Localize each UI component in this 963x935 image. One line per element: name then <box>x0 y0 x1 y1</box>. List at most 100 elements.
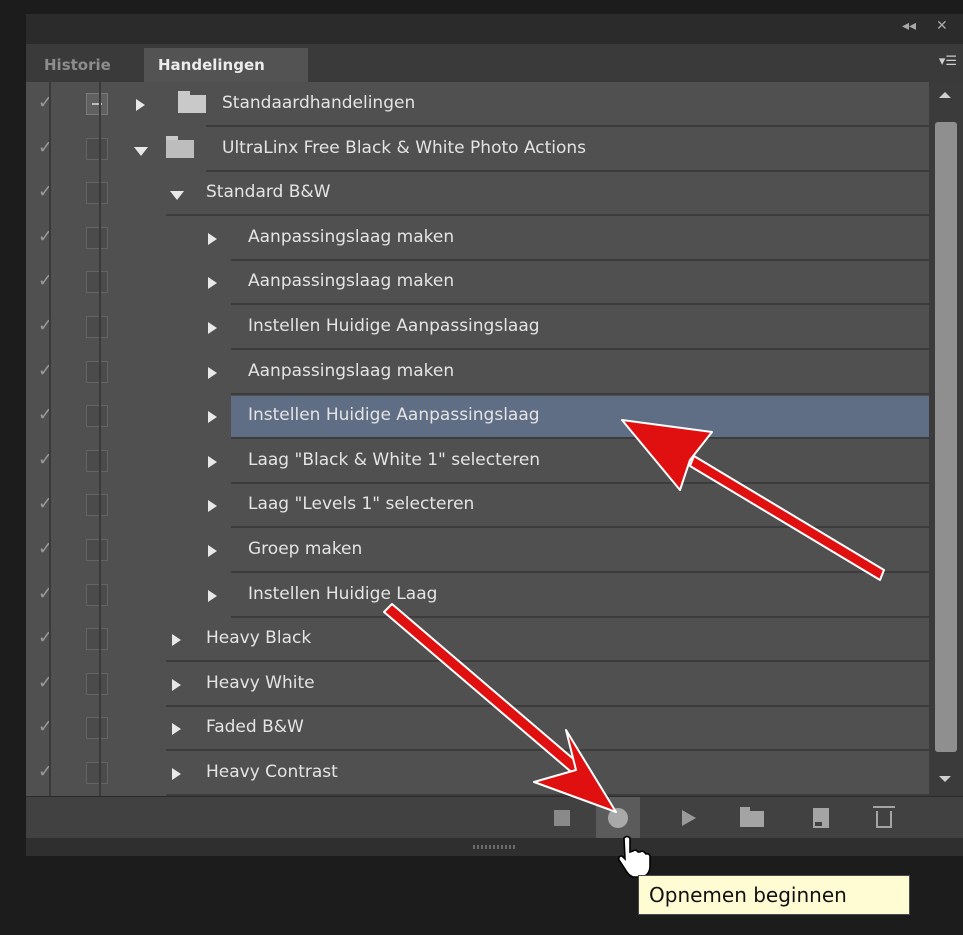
checkmark-icon[interactable]: ✓ <box>38 404 58 426</box>
checkmark-icon[interactable]: ✓ <box>38 672 58 694</box>
checkmark-icon[interactable]: ✓ <box>38 538 58 560</box>
dialog-toggle-icon[interactable] <box>86 762 108 784</box>
column-divider <box>49 82 51 796</box>
panel-resize-handle[interactable] <box>26 838 963 856</box>
checkmark-icon[interactable]: ✓ <box>38 92 58 114</box>
scrollbar-thumb[interactable] <box>935 122 957 752</box>
new-action-button[interactable] <box>800 797 844 839</box>
scroll-down-icon[interactable] <box>939 776 951 782</box>
action-row[interactable]: ✓ Groep maken <box>26 528 929 573</box>
panel-menu-icon[interactable]: ▾☰ <box>939 54 957 69</box>
dialog-toggle-icon[interactable] <box>86 673 108 695</box>
action-row[interactable]: ✓ Instellen Huidige Laag <box>26 573 929 618</box>
action-row[interactable]: ✓ Standard B&W <box>26 171 929 216</box>
dialog-toggle-icon[interactable] <box>86 405 108 427</box>
stop-icon <box>554 810 570 826</box>
dialog-toggle-icon[interactable] <box>86 494 108 516</box>
checkmark-icon[interactable]: ✓ <box>38 226 58 248</box>
action-row[interactable]: ✓ Laag "Black & White 1" selecteren <box>26 439 929 484</box>
triangle-right-icon[interactable] <box>208 590 217 602</box>
action-row[interactable]: ✓ Instellen Huidige Aanpassingslaag <box>26 305 929 350</box>
action-label: Instellen Huidige Aanpassingslaag <box>248 316 540 336</box>
checkmark-icon[interactable]: ✓ <box>38 449 58 471</box>
action-row[interactable]: ✓ Aanpassingslaag maken <box>26 350 929 395</box>
checkmark-icon[interactable]: ✓ <box>38 270 58 292</box>
double-chevron-left-icon[interactable]: ◂◂ <box>902 18 916 34</box>
action-row[interactable]: ✓ Heavy Contrast <box>26 751 929 796</box>
triangle-right-icon[interactable] <box>172 679 181 691</box>
triangle-right-icon[interactable] <box>208 456 217 468</box>
action-row-selected[interactable]: ✓ Instellen Huidige Aanpassingslaag <box>26 394 929 439</box>
folder-icon <box>740 807 764 827</box>
triangle-right-icon[interactable] <box>208 500 217 512</box>
triangle-right-icon[interactable] <box>208 545 217 557</box>
action-label: Instellen Huidige Laag <box>248 584 438 604</box>
action-label: Heavy White <box>206 673 315 693</box>
action-row[interactable]: ✓ Heavy Black <box>26 617 929 662</box>
triangle-right-icon[interactable] <box>172 768 181 780</box>
action-label: Standard B&W <box>206 182 331 202</box>
dialog-toggle-icon[interactable] <box>86 450 108 472</box>
triangle-right-icon[interactable] <box>208 277 217 289</box>
triangle-right-icon[interactable] <box>172 634 181 646</box>
folder-icon <box>178 91 206 113</box>
checkmark-icon[interactable]: ✓ <box>38 137 58 159</box>
scroll-up-icon[interactable] <box>939 92 951 98</box>
action-row[interactable]: ✓ Faded B&W <box>26 706 929 751</box>
action-row[interactable]: ✓ Heavy White <box>26 662 929 707</box>
delete-button[interactable] <box>862 797 906 839</box>
triangle-right-icon[interactable] <box>172 723 181 735</box>
checkmark-icon[interactable]: ✓ <box>38 360 58 382</box>
action-row[interactable]: ✓ Aanpassingslaag maken <box>26 216 929 261</box>
action-row[interactable]: ✓ Aanpassingslaag maken <box>26 260 929 305</box>
action-label: Aanpassingslaag maken <box>248 361 455 381</box>
triangle-right-icon[interactable] <box>208 233 217 245</box>
tab-handelingen[interactable]: Handelingen <box>144 48 308 82</box>
dialog-toggle-icon[interactable] <box>86 93 108 115</box>
checkmark-icon[interactable]: ✓ <box>38 627 58 649</box>
tooltip: Opnemen beginnen <box>638 875 910 915</box>
dialog-toggle-icon[interactable] <box>86 138 108 160</box>
triangle-right-icon[interactable] <box>208 322 217 334</box>
actions-list: ✓ Standaardhandelingen ✓ UltraLinx Free Bla… <box>26 82 929 796</box>
checkmark-icon[interactable]: ✓ <box>38 761 58 783</box>
dialog-toggle-icon[interactable] <box>86 182 108 204</box>
action-row[interactable]: ✓ UltraLinx Free Black & White Photo Acti… <box>26 127 929 172</box>
checkmark-icon[interactable]: ✓ <box>38 315 58 337</box>
play-icon <box>682 810 696 826</box>
stop-button[interactable] <box>540 797 584 839</box>
dialog-toggle-icon[interactable] <box>86 628 108 650</box>
action-row[interactable]: ✓ Laag "Levels 1" selecteren <box>26 483 929 528</box>
new-item-icon <box>813 808 829 828</box>
actions-toolbar <box>26 796 963 839</box>
close-icon[interactable]: ✕ <box>936 18 948 34</box>
dialog-toggle-icon[interactable] <box>86 539 108 561</box>
action-row[interactable]: ✓ Standaardhandelingen <box>26 82 929 127</box>
triangle-right-icon[interactable] <box>208 367 217 379</box>
triangle-right-icon[interactable] <box>208 411 217 423</box>
action-label: Aanpassingslaag maken <box>248 227 455 247</box>
dialog-toggle-icon[interactable] <box>86 717 108 739</box>
scrollbar[interactable] <box>929 82 963 796</box>
checkmark-icon[interactable]: ✓ <box>38 493 58 515</box>
dialog-toggle-icon[interactable] <box>86 361 108 383</box>
action-label: Faded B&W <box>206 717 304 737</box>
play-button[interactable] <box>666 797 710 839</box>
tab-historie[interactable]: Historie <box>30 48 125 82</box>
checkmark-icon[interactable]: ✓ <box>38 583 58 605</box>
dialog-toggle-icon[interactable] <box>86 227 108 249</box>
record-button[interactable] <box>596 797 640 839</box>
dialog-toggle-icon[interactable] <box>86 584 108 606</box>
trash-icon <box>873 806 895 828</box>
new-set-button[interactable] <box>730 797 774 839</box>
grip-icon <box>473 845 517 849</box>
triangle-right-icon[interactable] <box>136 99 145 111</box>
checkmark-icon[interactable]: ✓ <box>38 716 58 738</box>
action-label: Heavy Black <box>206 628 312 648</box>
checkmark-icon[interactable]: ✓ <box>38 181 58 203</box>
dialog-toggle-icon[interactable] <box>86 316 108 338</box>
dialog-toggle-icon[interactable] <box>86 271 108 293</box>
triangle-down-icon[interactable] <box>170 191 184 200</box>
triangle-down-icon[interactable] <box>134 147 148 156</box>
action-label: Heavy Contrast <box>206 762 338 782</box>
